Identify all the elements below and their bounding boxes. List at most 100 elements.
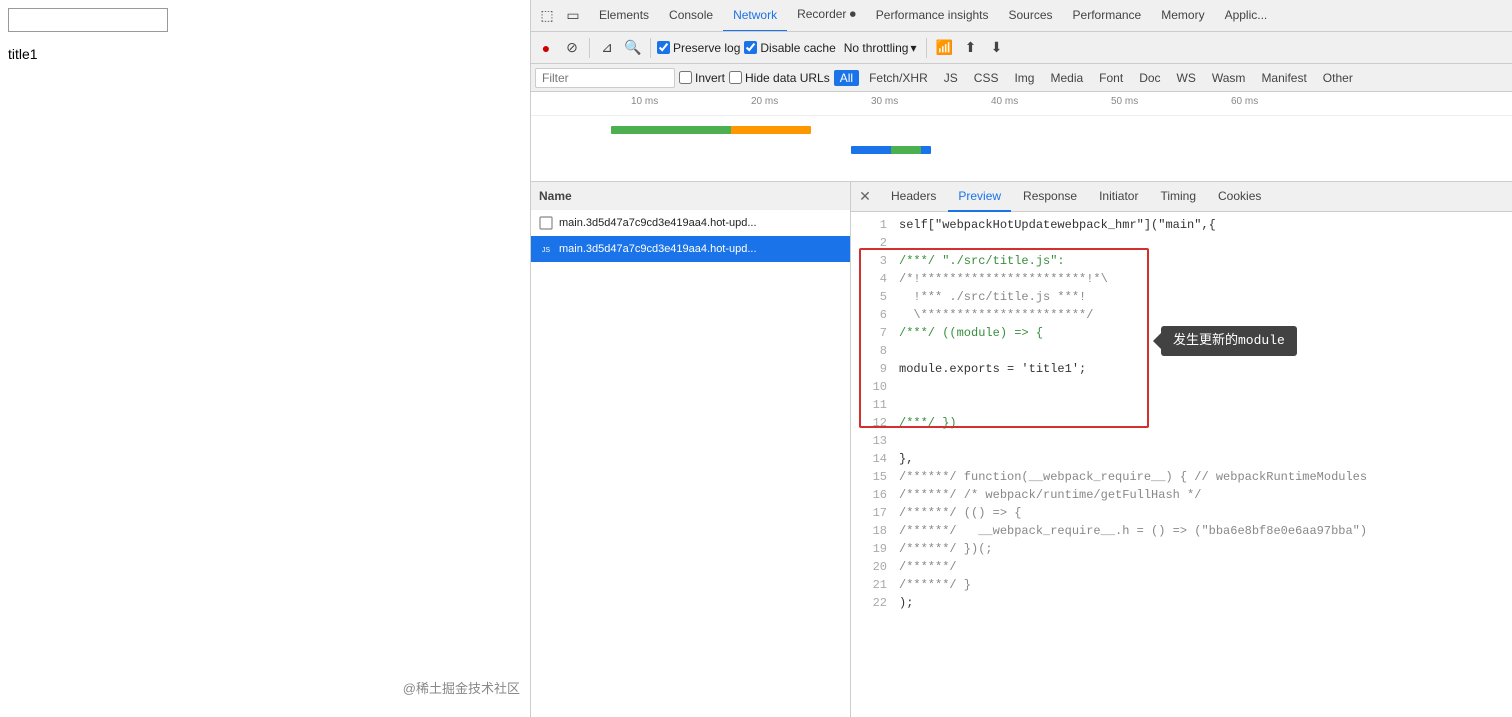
tab-timing[interactable]: Timing [1150, 182, 1206, 212]
tooltip-arrow [1153, 333, 1161, 349]
code-line-20: 20/******/ [851, 558, 1512, 576]
page-area: title1 @稀土掘金技术社区 [0, 0, 530, 717]
close-preview-icon[interactable]: ✕ [855, 187, 875, 207]
filter-ws[interactable]: WS [1171, 70, 1202, 86]
code-line-17: 17/******/ (() => { [851, 504, 1512, 522]
code-line-15: 15/******/ function(__webpack_require__)… [851, 468, 1512, 486]
file-name-2: main.3d5d47a7c9cd3e419aa4.hot-upd... [559, 243, 842, 255]
search-icon-btn[interactable]: 🔍 [622, 37, 644, 59]
tab-performance[interactable]: Performance [1063, 0, 1152, 32]
code-line-4: 4/*!***********************!*\ [851, 270, 1512, 288]
ruler-40ms: 40 ms [991, 96, 1018, 107]
code-line-10: 10 [851, 378, 1512, 396]
file-icon-1 [539, 216, 553, 230]
tab-recorder[interactable]: Recorder ⏺ [787, 0, 866, 32]
preserve-log-label[interactable]: Preserve log [657, 41, 740, 55]
code-line-18: 18/******/ __webpack_require__.h = () =>… [851, 522, 1512, 540]
preview-tab-bar: ✕ Headers Preview Response Initiator Tim… [851, 182, 1512, 212]
tab-application[interactable]: Applic... [1215, 0, 1278, 32]
preserve-log-checkbox[interactable] [657, 41, 670, 54]
stop-button[interactable]: ⊘ [561, 37, 583, 59]
ruler-10ms: 10 ms [631, 96, 658, 107]
tab-headers[interactable]: Headers [881, 182, 946, 212]
tab-memory[interactable]: Memory [1151, 0, 1214, 32]
timeline-ruler: 10 ms 20 ms 30 ms 40 ms 50 ms 60 ms [531, 92, 1512, 116]
code-line-13: 13 [851, 432, 1512, 450]
wifi-icon-btn[interactable]: 📶 [933, 37, 955, 59]
ruler-60ms: 60 ms [1231, 96, 1258, 107]
ruler-50ms: 50 ms [1111, 96, 1138, 107]
main-split: Name main.3d5d47a7c9cd3e419aa4.hot-upd..… [531, 182, 1512, 717]
invert-label[interactable]: Invert [679, 71, 725, 85]
filter-font[interactable]: Font [1093, 70, 1129, 86]
devtools-tab-bar: ⬚ ▭ Elements Console Network Recorder ⏺ … [531, 0, 1512, 32]
file-list-panel: Name main.3d5d47a7c9cd3e419aa4.hot-upd..… [531, 182, 851, 717]
tab-performance-insights[interactable]: Performance insights [866, 0, 999, 32]
tab-initiator[interactable]: Initiator [1089, 182, 1148, 212]
svg-text:JS: JS [542, 247, 551, 254]
filter-manifest[interactable]: Manifest [1255, 70, 1312, 86]
timeline-bar-2-green [891, 146, 921, 154]
filter-media[interactable]: Media [1044, 70, 1089, 86]
filter-all[interactable]: All [834, 70, 859, 86]
hide-data-urls-label[interactable]: Hide data URLs [729, 71, 830, 85]
file-row-1[interactable]: main.3d5d47a7c9cd3e419aa4.hot-upd... [531, 210, 850, 236]
preview-panel: ✕ Headers Preview Response Initiator Tim… [851, 182, 1512, 717]
filter-other[interactable]: Other [1317, 70, 1359, 86]
code-line-9: 9module.exports = 'title1'; [851, 360, 1512, 378]
code-line-19: 19/******/ })(; [851, 540, 1512, 558]
network-timeline[interactable]: 10 ms 20 ms 30 ms 40 ms 50 ms 60 ms [531, 92, 1512, 182]
files-header-label: Name [539, 189, 572, 203]
tab-cookies[interactable]: Cookies [1208, 182, 1271, 212]
code-line-3: 3/***/ "./src/title.js": [851, 252, 1512, 270]
upload-icon-btn[interactable]: ⬆ [959, 37, 981, 59]
filter-fetch-xhr[interactable]: Fetch/XHR [863, 70, 934, 86]
tooltip-text: 发生更新的module [1173, 332, 1285, 350]
code-line-16: 16/******/ /* webpack/runtime/getFullHas… [851, 486, 1512, 504]
file-icon-2: JS [539, 242, 553, 256]
devtools-device-icon[interactable]: ▭ [561, 4, 585, 28]
filter-input[interactable] [535, 68, 675, 88]
code-line-14: 14}, [851, 450, 1512, 468]
devtools-icons: ⬚ ▭ [535, 4, 585, 28]
watermark: @稀土掘金技术社区 [403, 678, 520, 697]
timeline-bar-1 [611, 126, 811, 134]
code-line-11: 11 [851, 396, 1512, 414]
page-title: title1 [8, 46, 38, 62]
separator-2 [650, 38, 651, 58]
ruler-20ms: 20 ms [751, 96, 778, 107]
throttling-dropdown[interactable]: No throttling ▾ [840, 39, 921, 57]
code-line-2: 2 [851, 234, 1512, 252]
hide-data-urls-checkbox[interactable] [729, 71, 742, 84]
devtools-panel: ⬚ ▭ Elements Console Network Recorder ⏺ … [530, 0, 1512, 717]
separator-1 [589, 38, 590, 58]
filter-wasm[interactable]: Wasm [1206, 70, 1252, 86]
separator-3 [926, 38, 927, 58]
tab-network[interactable]: Network [723, 0, 787, 32]
tab-response[interactable]: Response [1013, 182, 1087, 212]
code-line-22: 22); [851, 594, 1512, 612]
invert-checkbox[interactable] [679, 71, 692, 84]
file-row-2[interactable]: JS main.3d5d47a7c9cd3e419aa4.hot-upd... [531, 236, 850, 262]
disable-cache-label[interactable]: Disable cache [744, 41, 835, 55]
filter-icon-btn[interactable]: ⊿ [596, 37, 618, 59]
code-line-6: 6 \***********************/ [851, 306, 1512, 324]
tab-sources[interactable]: Sources [999, 0, 1063, 32]
filter-css[interactable]: CSS [968, 70, 1005, 86]
code-preview[interactable]: 1self["webpackHotUpdatewebpack_hmr"]("ma… [851, 212, 1512, 717]
download-icon-btn[interactable]: ⬇ [985, 37, 1007, 59]
tab-preview[interactable]: Preview [948, 182, 1011, 212]
file-name-1: main.3d5d47a7c9cd3e419aa4.hot-upd... [559, 217, 842, 229]
ruler-30ms: 30 ms [871, 96, 898, 107]
tab-elements[interactable]: Elements [589, 0, 659, 32]
devtools-inspect-icon[interactable]: ⬚ [535, 4, 559, 28]
filter-doc[interactable]: Doc [1133, 70, 1166, 86]
filter-img[interactable]: Img [1008, 70, 1040, 86]
code-line-12: 12/***/ }) [851, 414, 1512, 432]
record-button[interactable]: ● [535, 37, 557, 59]
tab-console[interactable]: Console [659, 0, 723, 32]
disable-cache-checkbox[interactable] [744, 41, 757, 54]
page-input[interactable] [8, 8, 168, 32]
code-line-5: 5 !*** ./src/title.js ***! [851, 288, 1512, 306]
filter-js[interactable]: JS [938, 70, 964, 86]
